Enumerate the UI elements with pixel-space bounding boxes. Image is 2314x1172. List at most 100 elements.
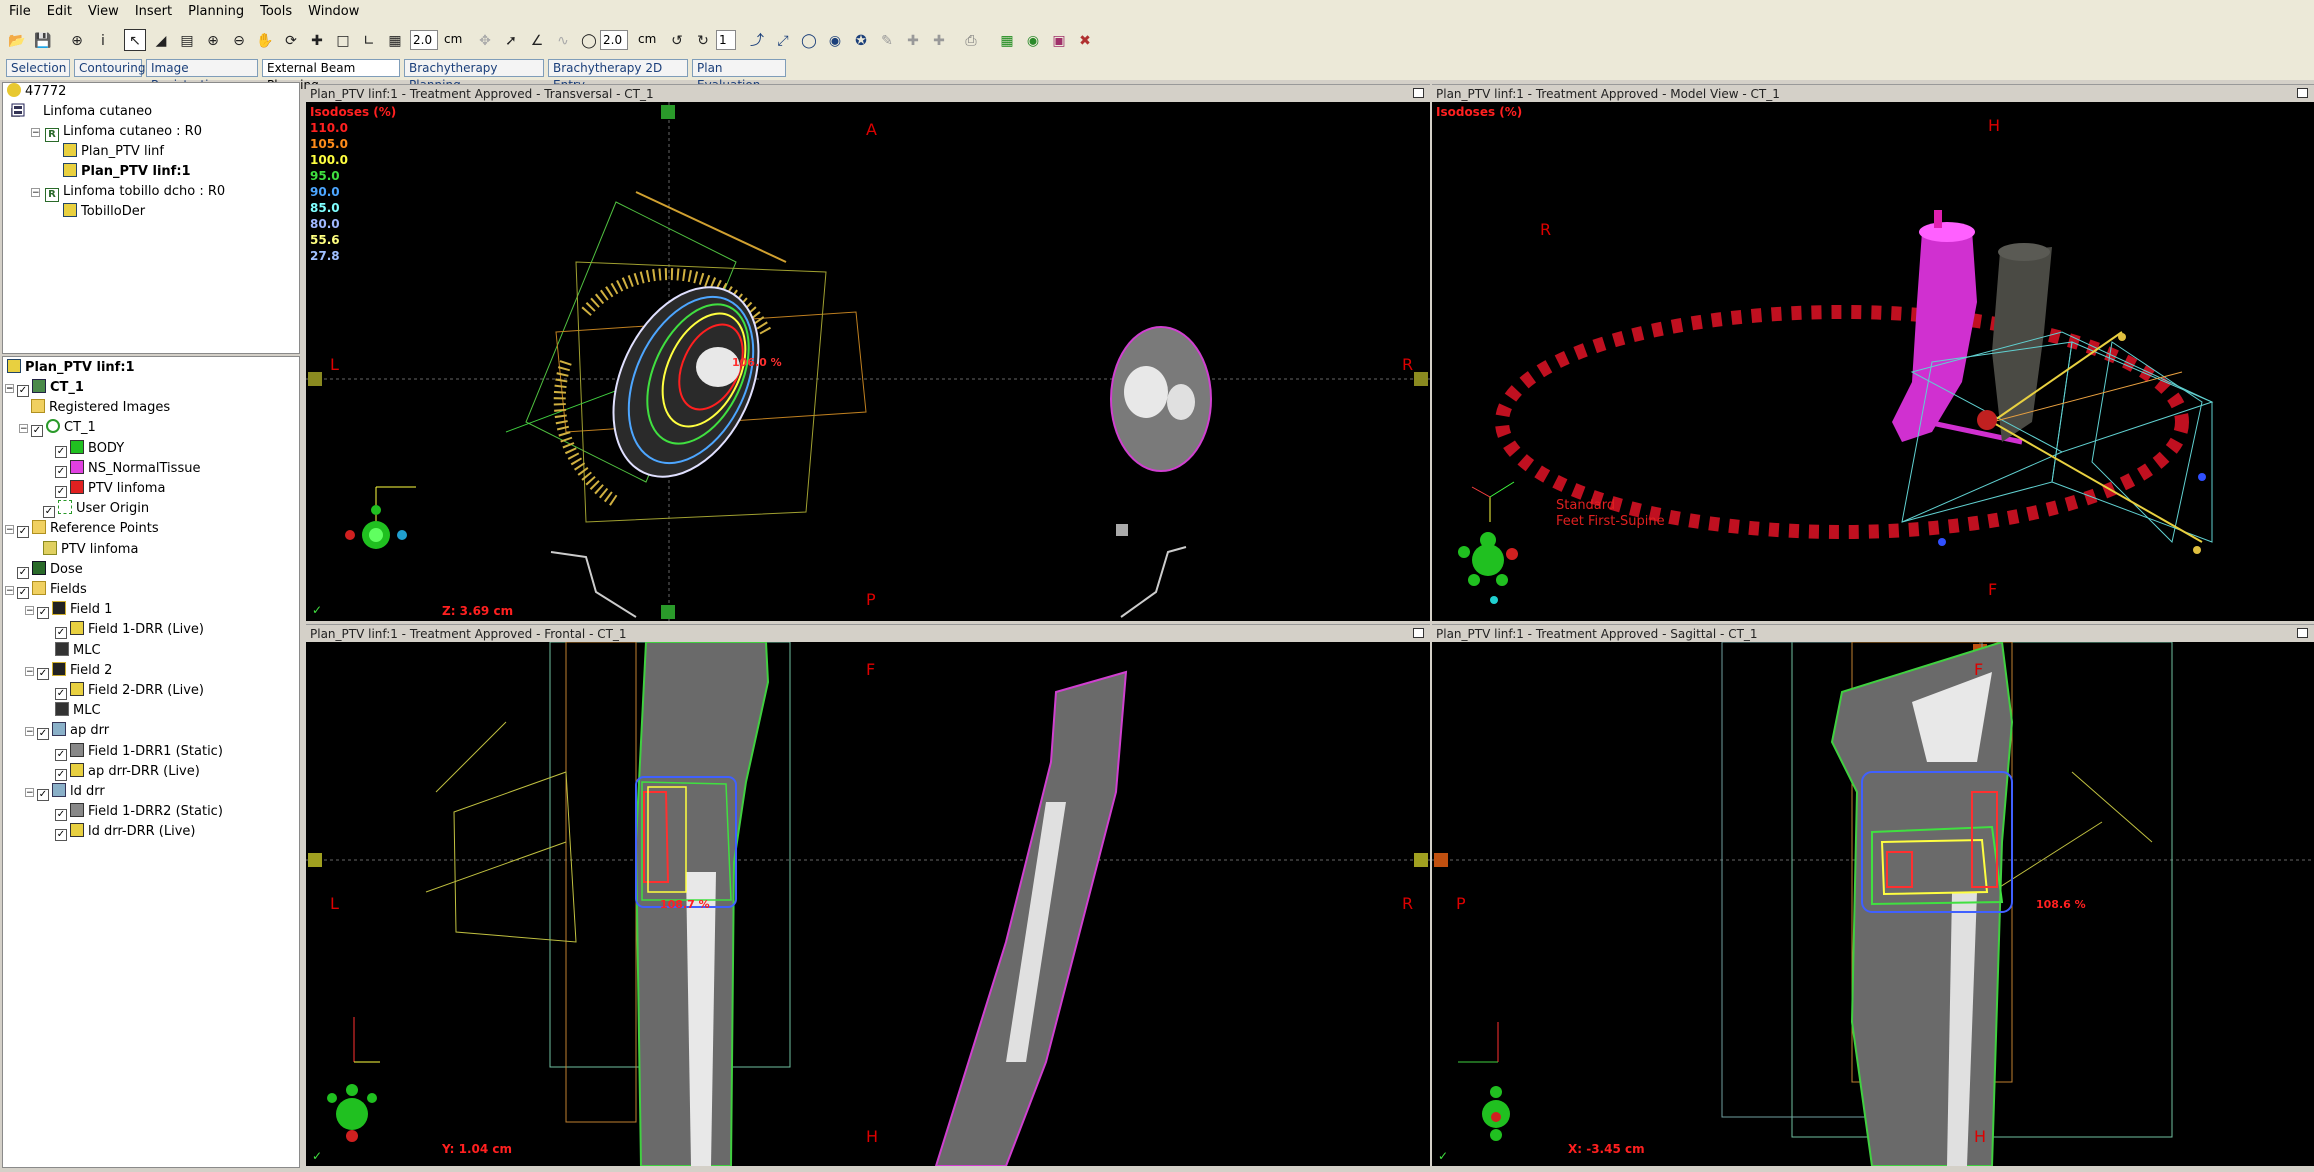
tab-brachytherapy-2d-entry[interactable]: Brachytherapy 2D Entry <box>548 59 688 92</box>
beam-edit-icon[interactable]: ⤴ <box>746 29 768 51</box>
tree-row-ld-live[interactable]: ✓ ld drr-DRR (Live) <box>55 823 195 841</box>
collapse-icon[interactable]: − <box>31 128 40 138</box>
ruler-icon[interactable]: ∟ <box>358 29 380 51</box>
visibility-checkbox[interactable]: ✓ <box>37 728 49 740</box>
tree-row-ld-static[interactable]: ✓ Field 1-DRR2 (Static) <box>55 803 223 821</box>
tree-row-rx[interactable]: − R Linfoma tobillo dcho : R0 <box>31 183 225 202</box>
close-view-icon[interactable]: ✖ <box>1074 29 1096 51</box>
tree-row-field1-drr[interactable]: ✓ Field 1-DRR (Live) <box>55 621 204 639</box>
plan-root-node[interactable]: Plan_PTV linf:1 <box>7 359 135 377</box>
tab-plan-evaluation[interactable]: Plan Evaluation <box>692 59 786 92</box>
grid-icon[interactable]: ▦ <box>384 29 406 51</box>
tree-row-field-1[interactable]: − ✓ Field 1 <box>25 601 112 619</box>
visibility-checkbox[interactable]: ✓ <box>17 567 29 579</box>
maximize-icon[interactable] <box>2297 628 2308 638</box>
tree-row-ptv[interactable]: ✓ PTV linfoma <box>55 480 165 498</box>
tree-row-field-2[interactable]: − ✓ Field 2 <box>25 662 112 680</box>
zoom-in-icon[interactable]: ⊕ <box>202 29 224 51</box>
visibility-checkbox[interactable]: ✓ <box>55 627 67 639</box>
maximize-icon[interactable] <box>1413 628 1424 638</box>
course-node[interactable]: −Linfoma cutaneo <box>11 103 152 121</box>
isocenter-icon[interactable]: ✪ <box>850 29 872 51</box>
slice-count-input[interactable]: 1 <box>716 30 736 50</box>
menu-file[interactable]: File <box>0 0 38 19</box>
circle-tool-icon[interactable]: ◯ <box>578 29 600 51</box>
visibility-checkbox[interactable]: ✓ <box>55 446 67 458</box>
tree-row-ct[interactable]: − ✓ CT_1 <box>5 379 84 397</box>
tree-row-ld-drr[interactable]: − ✓ ld drr <box>25 783 105 801</box>
tree-row-plan-sum[interactable]: − R Linfoma cutaneo : R0 <box>31 123 202 142</box>
collapse-icon[interactable]: − <box>5 525 14 535</box>
open-icon[interactable]: 📂 <box>6 29 28 51</box>
tree-row-ap-static[interactable]: ✓ Field 1-DRR1 (Static) <box>55 743 223 761</box>
dvh-icon[interactable]: ◉ <box>1022 29 1044 51</box>
collapse-icon[interactable]: − <box>5 384 14 394</box>
collapse-icon[interactable]: − <box>19 424 28 434</box>
select-pointer-icon[interactable]: ↖ <box>124 29 146 51</box>
rotate-icon[interactable]: ⟳ <box>280 29 302 51</box>
sagittal-view[interactable]: ✓ F H P X: -3.45 cm 108.6 % <box>1432 642 2314 1166</box>
visibility-checkbox[interactable]: ✓ <box>17 587 29 599</box>
collimator-icon[interactable]: ⤢ <box>772 29 794 51</box>
tree-row-mlc-1[interactable]: MLC <box>55 642 101 660</box>
visibility-checkbox[interactable]: ✓ <box>55 749 67 761</box>
tree-row-ap-drr[interactable]: − ✓ ap drr <box>25 722 109 740</box>
tree-row-ref-ptv[interactable]: PTV linfoma <box>43 541 138 559</box>
collapse-icon[interactable]: − <box>25 667 34 677</box>
edit-disabled-icon-2[interactable]: ✚ <box>902 29 924 51</box>
visibility-checkbox[interactable]: ✓ <box>17 385 29 397</box>
camera-orbit-icon[interactable]: ↻ <box>692 29 714 51</box>
grid-size-input[interactable]: 2.0 <box>410 30 438 50</box>
window-level-icon[interactable]: ◢ <box>150 29 172 51</box>
tab-selection[interactable]: Selection <box>6 59 70 77</box>
collapse-icon[interactable]: − <box>25 606 34 616</box>
visibility-checkbox[interactable]: ✓ <box>55 486 67 498</box>
patient-node[interactable]: 47772 <box>7 83 66 101</box>
visibility-checkbox[interactable]: ✓ <box>55 809 67 821</box>
angle-tool-icon[interactable]: ∠ <box>526 29 548 51</box>
visibility-checkbox[interactable]: ✓ <box>55 769 67 781</box>
camera-rotate-icon[interactable]: ↺ <box>666 29 688 51</box>
tree-row-plan-active[interactable]: Plan_PTV linf:1 <box>63 163 191 181</box>
cube-icon[interactable]: ▣ <box>1048 29 1070 51</box>
tree-row-plan[interactable]: Plan_PTV linf <box>63 143 164 161</box>
menu-edit[interactable]: Edit <box>38 0 79 19</box>
visibility-checkbox[interactable]: ✓ <box>37 789 49 801</box>
tab-contouring[interactable]: Contouring <box>74 59 145 77</box>
fields-layout-icon[interactable]: ▦ <box>996 29 1018 51</box>
collapse-icon[interactable]: − <box>31 188 40 198</box>
tree-row-field2-drr[interactable]: ✓ Field 2-DRR (Live) <box>55 682 204 700</box>
tree-row-reference-points[interactable]: − ✓ Reference Points <box>5 520 159 538</box>
crosshair-icon[interactable]: ✚ <box>306 29 328 51</box>
transversal-view[interactable]: ✓ A P L R Z: 3.69 cm 106.0 % Isodoses (%… <box>306 102 1430 621</box>
polyline-tool-icon[interactable]: ∿ <box>552 29 574 51</box>
histogram-icon[interactable]: ▤ <box>176 29 198 51</box>
menu-tools[interactable]: Tools <box>251 0 299 19</box>
info-icon[interactable]: i <box>92 29 114 51</box>
tab-external-beam-planning[interactable]: External Beam Planning <box>262 59 400 92</box>
pan-hand-icon[interactable]: ✋ <box>254 29 276 51</box>
tree-row-ap-live[interactable]: ✓ ap drr-DRR (Live) <box>55 763 200 781</box>
visibility-checkbox[interactable]: ✓ <box>43 506 55 518</box>
maximize-icon[interactable] <box>1413 88 1424 98</box>
target-icon[interactable]: ⊕ <box>66 29 88 51</box>
measure-size-input[interactable]: 2.0 <box>600 30 628 50</box>
zoom-out-icon[interactable]: ⊖ <box>228 29 250 51</box>
edit-disabled-icon-3[interactable]: ✚ <box>928 29 950 51</box>
tree-row-body[interactable]: ✓ BODY <box>55 440 124 458</box>
tab-image-registration[interactable]: Image Registration <box>146 59 258 92</box>
collapse-icon[interactable]: − <box>25 788 34 798</box>
tree-row-fields[interactable]: − ✓ Fields <box>5 581 87 599</box>
menu-planning[interactable]: Planning <box>179 0 251 19</box>
model-view[interactable]: Isodoses (%) H F R Standard Feet First-S… <box>1432 102 2314 621</box>
maximize-icon[interactable] <box>2297 88 2308 98</box>
visibility-checkbox[interactable]: ✓ <box>55 829 67 841</box>
tree-row-structure-set[interactable]: − ✓ CT_1 <box>19 419 96 437</box>
menu-window[interactable]: Window <box>299 0 366 19</box>
measure-icon[interactable]: □ <box>332 29 354 51</box>
tab-brachytherapy-planning[interactable]: Brachytherapy Planning <box>404 59 544 92</box>
visibility-checkbox[interactable]: ✓ <box>55 466 67 478</box>
print-icon[interactable]: ⎙ <box>960 29 982 51</box>
tree-row-mlc-2[interactable]: MLC <box>55 702 101 720</box>
edit-disabled-icon[interactable]: ✎ <box>876 29 898 51</box>
